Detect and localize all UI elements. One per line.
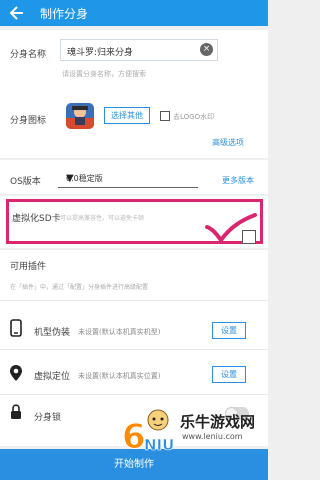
clear-icon[interactable]: × (200, 43, 213, 56)
watermark-url: www.leniu.com (182, 432, 243, 441)
os-label: OS版本 (10, 177, 41, 187)
lock-icon (10, 404, 22, 424)
plugins-title: 可用插件 (10, 262, 47, 272)
divider (0, 394, 268, 395)
page-title: 制作分身 (40, 7, 89, 21)
more-versions-link[interactable]: 更多版本 (222, 175, 254, 186)
lock-label: 分身锁 (34, 413, 62, 423)
divider (0, 300, 268, 301)
logo-checkbox-label: 去LOGO水印 (173, 113, 215, 121)
location-set-button[interactable]: 设置 (212, 366, 246, 383)
watermark-logo: 6 NIU (122, 409, 175, 458)
device-label: 机型伪装 (34, 328, 71, 338)
location-label: 虚拟定位 (34, 372, 71, 382)
os-version-select[interactable]: 6.0稳定版 ▼ (58, 170, 198, 188)
watermark: 6 NIU 乐牛游戏网 www.leniu.com (122, 408, 268, 460)
advanced-options-link[interactable]: 高级选项 (212, 137, 244, 148)
phone-icon (10, 319, 22, 341)
app-icon (66, 103, 94, 129)
checkmark-annotation-icon (205, 213, 257, 247)
caret-down-icon: ▼ (66, 173, 74, 184)
svg-text:6: 6 (122, 417, 146, 454)
device-status: 未设置(默认本机真实机型) (78, 328, 161, 336)
plugins-desc: 在「插件」中，通过「配置」分身插件进行高级配置 (10, 284, 149, 291)
divider (0, 349, 268, 350)
name-value: 魂斗罗:归来分身 (67, 48, 134, 58)
watermark-text: 乐牛游戏网 (180, 413, 256, 431)
name-input[interactable]: 魂斗罗:归来分身 (60, 39, 218, 61)
arrow-left-icon[interactable] (8, 3, 24, 23)
choose-other-button[interactable]: 选择其他 (104, 107, 150, 124)
icon-label: 分身图标 (10, 116, 47, 126)
name-hint: 请设置分身名称，方便搜索 (62, 70, 146, 78)
logo-checkbox[interactable] (160, 111, 170, 121)
location-status: 未设置(默认本机真实位置) (78, 372, 161, 380)
location-pin-icon (9, 364, 23, 386)
name-label: 分身名称 (10, 50, 47, 60)
device-set-button[interactable]: 设置 (212, 322, 246, 339)
svg-text:NIU: NIU (144, 436, 174, 454)
top-bar: 制作分身 (0, 0, 268, 26)
